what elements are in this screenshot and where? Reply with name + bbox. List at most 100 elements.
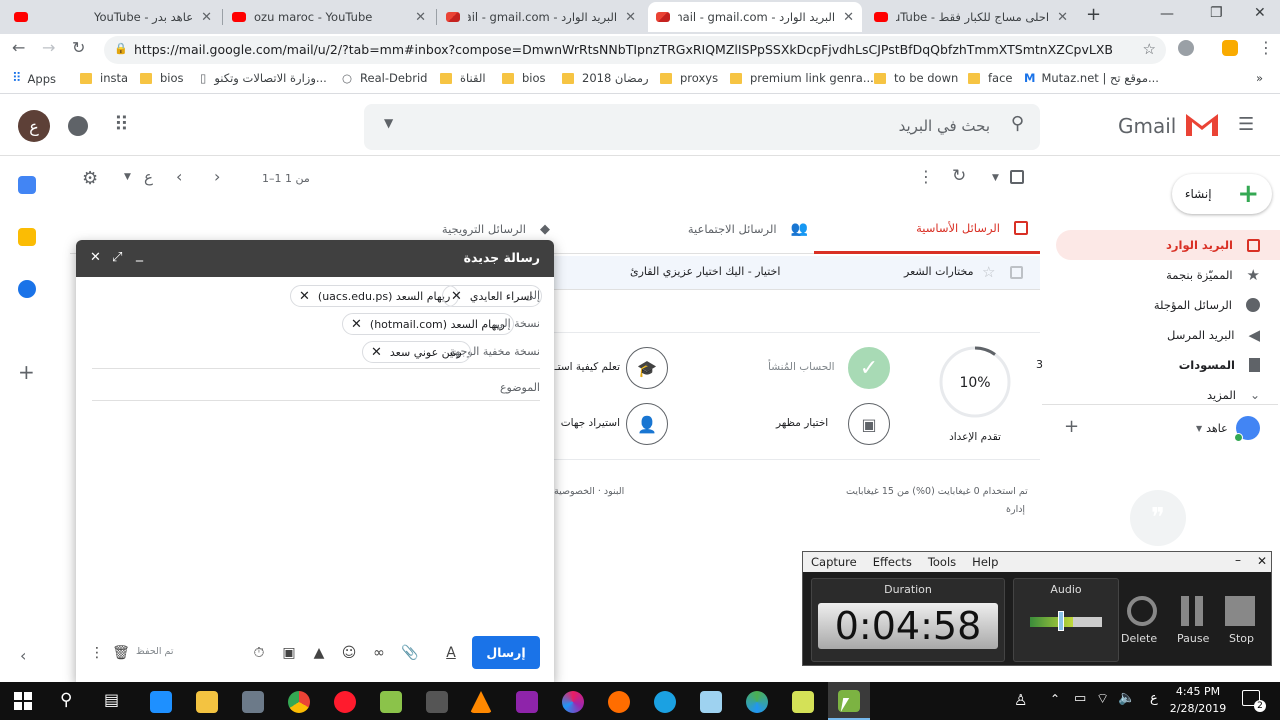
extension-icon[interactable] [1222,40,1238,56]
opera-icon[interactable] [334,691,356,713]
search-bar[interactable]: ▼ بحث في البريد ⚲ [364,104,1040,150]
close-tab-icon[interactable]: ✕ [201,10,212,25]
more-bookmarks-button[interactable]: » [1256,71,1263,85]
sidebar-item-inbox[interactable]: البريد الوارد [1056,230,1280,260]
remove-chip-icon[interactable]: ✕ [371,345,382,360]
fullscreen-icon[interactable]: ⤢ [112,250,122,265]
browser-tab-1[interactable]: عاهد بدر - YouTube ✕ [6,2,220,32]
pause-button-label[interactable]: Pause [1177,632,1209,645]
bookmark-folder[interactable]: premium link genra... [730,71,874,85]
insert-link-icon[interactable]: ∞ [370,644,388,662]
star-icon[interactable]: ☆ [982,263,995,281]
recipient-chip[interactable]: ✕ اسراء العايدي [442,285,542,307]
browser-tab-3[interactable]: البريد الوارد - Gmail - gmail.com ✕ [438,2,644,32]
extension-icon[interactable] [1178,40,1194,56]
app-icon[interactable] [562,691,584,713]
tab-primary[interactable]: الرسائل الأساسية [814,204,1040,254]
bcc-field[interactable]: نسخة مخفية الوجهة ✕ رنين عوني سعد [92,338,540,366]
menu-tools[interactable]: Tools [928,555,956,569]
older-page-icon[interactable]: › [214,167,220,186]
formatting-icon[interactable]: A [442,644,460,662]
collapse-panel-icon[interactable]: ‹ [20,646,26,665]
recipient-chip[interactable]: ✕ رنين عوني سعد [362,341,471,363]
drive-icon[interactable]: ▲ [310,644,328,662]
internet-explorer-icon[interactable] [654,691,676,713]
notes-icon[interactable] [792,691,814,713]
menu-capture[interactable]: Capture [811,555,857,569]
row-checkbox[interactable] [1010,266,1023,279]
back-arrow-icon[interactable]: ← [12,38,25,57]
select-dropdown-icon[interactable]: ▼ [992,173,999,183]
recipient-chip[interactable]: ✕ ريهام السعد (hotmail.com) [342,313,514,335]
language-dropdown-icon[interactable]: ▼ [124,172,131,182]
task-view-icon[interactable]: ▤ [104,690,119,709]
bookmark-folder[interactable]: insta [80,71,128,85]
hangouts-account[interactable]: ▼ عاهد [1196,416,1260,442]
delete-button-label[interactable]: Delete [1121,632,1157,645]
setup-item-label[interactable]: اختيار مظهر [776,417,828,429]
bookmark-folder[interactable]: رمضان 2018 [562,71,649,85]
windows-start-icon[interactable] [14,692,32,710]
sidebar-item-drafts[interactable]: 3 المسودات [1036,350,1260,380]
address-bar[interactable]: 🔒 https://mail.google.com/mail/u/2/?tab=… [104,36,1166,64]
restore-window-icon[interactable]: ❐ [1210,5,1223,21]
audio-volume-slider[interactable] [1058,611,1064,631]
reload-icon[interactable]: ↻ [72,38,85,57]
discard-draft-icon[interactable]: 🗑 [112,644,130,662]
to-field[interactable]: إلى ✕ ريهام السعد (uacs.edu.ps) ✕ اسراء ال… [92,282,542,310]
close-recorder-icon[interactable]: ✕ [1257,554,1267,568]
image-icon[interactable]: ▣ [848,403,890,445]
remove-chip-icon[interactable]: ✕ [451,289,462,304]
bookmark-folder[interactable]: proxys [660,71,718,85]
newer-page-icon[interactable]: ‹ [176,167,182,186]
people-icon[interactable]: ♙ [1014,691,1027,709]
add-addon-icon[interactable]: + [18,360,35,384]
google-apps-icon[interactable]: ⠿ [114,112,129,136]
keep-icon[interactable] [18,228,36,246]
power-icon[interactable]: ▭ [1074,691,1086,706]
active-app-slot[interactable] [828,682,870,720]
new-tab-button[interactable]: + [1086,4,1101,25]
remove-chip-icon[interactable]: ✕ [351,317,362,332]
refresh-icon[interactable]: ↻ [952,166,966,186]
setup-item-label[interactable]: استيراد جهات [554,417,620,429]
minimize-window-icon[interactable]: — [1160,6,1174,22]
tab-social[interactable]: الرسائل الاجتماعية 👥 [590,204,814,254]
app-icon[interactable] [380,691,402,713]
clock-date[interactable]: 2/28/2019 [1168,702,1228,715]
bookmark-folder[interactable]: القناة [440,71,486,85]
volume-icon[interactable]: 🔈 [1118,690,1135,706]
app-icon[interactable] [700,691,722,713]
search-input[interactable]: بحث في البريد [899,117,990,135]
firefox-icon[interactable] [608,691,630,713]
bookmark-link[interactable]: ○ Real-Debrid [342,71,427,85]
menu-effects[interactable]: Effects [873,555,912,569]
attach-file-icon[interactable]: 📎 [401,644,419,662]
message-body[interactable] [92,406,540,626]
graduation-cap-icon[interactable]: 🎓 [626,347,668,389]
bookmark-folder[interactable]: bios [502,71,546,85]
close-window-icon[interactable]: ✕ [1254,5,1266,21]
input-language[interactable]: ع [1150,691,1158,706]
close-tab-icon[interactable]: ✕ [1057,10,1068,25]
sidebar-item-starred[interactable]: المميّزة بنجمة ★ [1036,260,1260,290]
close-tab-icon[interactable]: ✕ [625,10,636,25]
select-all-checkbox[interactable] [1010,170,1024,184]
sidebar-item-more[interactable]: المزيد ⌄ [1036,380,1260,410]
tasks-icon[interactable] [18,280,36,298]
add-contact-icon[interactable]: 👤 [626,403,668,445]
more-options-icon[interactable]: ⋮ [88,644,106,662]
browser-tab-5[interactable]: احلى مساج للكبار فقط - YouTube ✕ [866,2,1076,32]
emoji-icon[interactable]: ☺ [340,644,358,662]
table-row[interactable]: اختيار - اليك اختيار عزيزي القارئ مختارا… [554,256,1040,290]
bookmark-link[interactable]: M Mutaz.net | موقع تح... [1024,71,1159,85]
language-letter[interactable]: ع [144,168,153,186]
insert-photo-icon[interactable]: ▣ [280,644,298,662]
delete-recording-icon[interactable] [1127,596,1157,626]
calendar-icon[interactable] [18,176,36,194]
close-tab-icon[interactable]: ✕ [843,10,854,25]
new-chat-icon[interactable]: + [1064,416,1079,437]
file-explorer-icon[interactable] [196,691,218,713]
search-icon[interactable]: ⚲ [1011,113,1024,134]
compose-header[interactable]: ✕ ⤢ _ رسالة جديدة [76,240,554,277]
